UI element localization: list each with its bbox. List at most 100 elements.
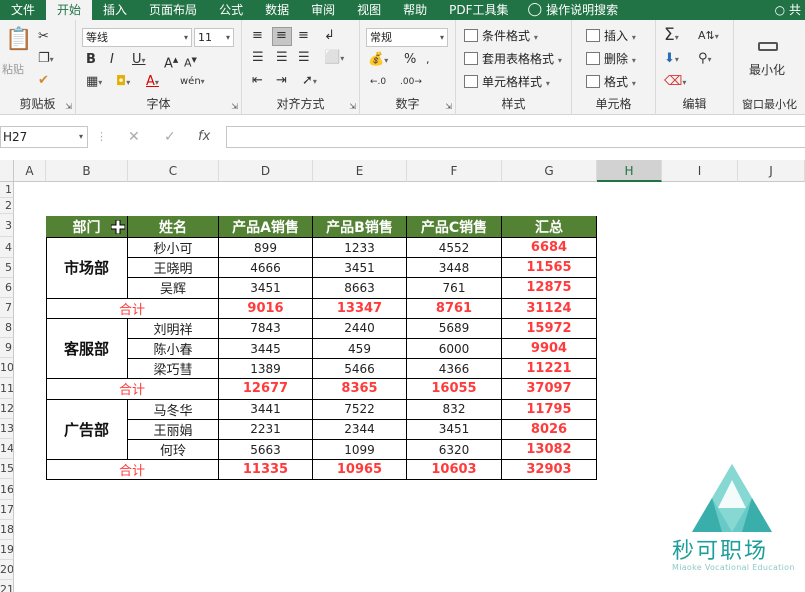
row-header-3[interactable]: 3 bbox=[0, 214, 14, 237]
row-header-1[interactable]: 1 bbox=[0, 182, 14, 198]
merge-center-icon[interactable]: ⬜▾ bbox=[324, 50, 344, 67]
tab-review[interactable]: 审阅 bbox=[300, 0, 346, 20]
underline-button[interactable]: U▾ bbox=[132, 52, 146, 69]
product-b-cell[interactable]: 1233 bbox=[313, 238, 407, 259]
row-header-11[interactable]: 11 bbox=[0, 378, 14, 399]
align-right-icon[interactable]: ☰ bbox=[298, 50, 310, 66]
header-cell[interactable]: 产品C销售 bbox=[407, 216, 502, 238]
clear-icon[interactable]: ⌫▾ bbox=[664, 74, 686, 91]
alignment-launcher-icon[interactable]: ⇲ bbox=[349, 102, 356, 111]
italic-button[interactable]: I bbox=[110, 52, 114, 68]
name-cell[interactable]: 何玲 bbox=[128, 440, 219, 461]
number-format-select[interactable]: 常规 ▾ bbox=[366, 28, 448, 47]
subtotal-a-cell[interactable]: 9016 bbox=[219, 298, 313, 319]
align-bottom-icon[interactable]: ≡ bbox=[298, 28, 309, 44]
subtotal-sum-cell[interactable]: 32903 bbox=[502, 460, 597, 481]
row-header-10[interactable]: 10 bbox=[0, 358, 14, 378]
column-header-i[interactable]: I bbox=[662, 160, 738, 182]
row-header-20[interactable]: 20 bbox=[0, 560, 14, 580]
tab-insert[interactable]: 插入 bbox=[92, 0, 138, 20]
format-cells-button[interactable]: 格式 ▾ bbox=[586, 74, 636, 92]
name-cell[interactable]: 马冬华 bbox=[128, 399, 219, 420]
align-center-icon[interactable]: ☰ bbox=[276, 50, 288, 66]
insert-function-button[interactable]: fx bbox=[198, 126, 210, 148]
subtotal-a-cell[interactable]: 12677 bbox=[219, 379, 313, 400]
paste-button[interactable]: 粘贴 bbox=[2, 62, 24, 78]
delete-cells-button[interactable]: 删除 ▾ bbox=[586, 51, 636, 69]
header-cell[interactable]: 姓名 bbox=[128, 216, 219, 238]
column-header-c[interactable]: C bbox=[128, 160, 219, 182]
borders-icon[interactable]: ▦▾ bbox=[86, 74, 102, 91]
department-cell[interactable]: 市场部 bbox=[46, 238, 128, 299]
shrink-font-icon[interactable]: A▼ bbox=[184, 52, 197, 72]
bold-button[interactable]: B bbox=[86, 52, 96, 68]
product-b-cell[interactable]: 2440 bbox=[313, 318, 407, 339]
align-top-icon[interactable]: ≡ bbox=[252, 28, 263, 44]
comma-style-icon[interactable]: , bbox=[426, 52, 430, 68]
row-total-cell[interactable]: 13082 bbox=[502, 440, 597, 461]
product-c-cell[interactable]: 761 bbox=[407, 278, 502, 299]
subtotal-sum-cell[interactable]: 37097 bbox=[502, 379, 597, 400]
align-left-icon[interactable]: ☰ bbox=[252, 50, 264, 66]
name-cell[interactable]: 王丽娟 bbox=[128, 419, 219, 440]
subtotal-label-cell[interactable]: 合计 bbox=[46, 298, 219, 319]
minimize-icon[interactable] bbox=[758, 42, 778, 51]
product-b-cell[interactable]: 7522 bbox=[313, 399, 407, 420]
row-header-19[interactable]: 19 bbox=[0, 540, 14, 560]
tab-pdf-tools[interactable]: PDF工具集 bbox=[438, 0, 519, 20]
name-cell[interactable]: 王晓明 bbox=[128, 258, 219, 279]
clipboard-launcher-icon[interactable]: ⇲ bbox=[65, 102, 72, 111]
row-header-17[interactable]: 17 bbox=[0, 500, 14, 520]
row-total-cell[interactable]: 11565 bbox=[502, 258, 597, 279]
product-b-cell[interactable]: 459 bbox=[313, 339, 407, 360]
conditional-formatting-button[interactable]: 条件格式 ▾ bbox=[464, 28, 538, 46]
subtotal-sum-cell[interactable]: 31124 bbox=[502, 298, 597, 319]
product-b-cell[interactable]: 3451 bbox=[313, 258, 407, 279]
product-a-cell[interactable]: 5663 bbox=[219, 440, 313, 461]
row-total-cell[interactable]: 15972 bbox=[502, 318, 597, 339]
cell-styles-button[interactable]: 单元格样式 ▾ bbox=[464, 74, 550, 92]
fill-color-icon[interactable]: ◘▾ bbox=[116, 74, 130, 91]
product-a-cell[interactable]: 3445 bbox=[219, 339, 313, 360]
product-b-cell[interactable]: 1099 bbox=[313, 440, 407, 461]
row-total-cell[interactable]: 9904 bbox=[502, 339, 597, 360]
font-name-select[interactable]: 等线 ▾ bbox=[82, 28, 192, 47]
product-c-cell[interactable]: 5689 bbox=[407, 318, 502, 339]
row-header-18[interactable]: 18 bbox=[0, 520, 14, 540]
column-header-e[interactable]: E bbox=[313, 160, 407, 182]
product-c-cell[interactable]: 6320 bbox=[407, 440, 502, 461]
row-total-cell[interactable]: 12875 bbox=[502, 278, 597, 299]
name-cell[interactable]: 梁巧彗 bbox=[128, 359, 219, 380]
subtotal-c-cell[interactable]: 8761 bbox=[407, 298, 502, 319]
row-header-9[interactable]: 9 bbox=[0, 338, 14, 358]
formula-bar-grip-icon[interactable]: ⋮ bbox=[96, 130, 107, 143]
product-b-cell[interactable]: 2344 bbox=[313, 419, 407, 440]
department-cell[interactable]: 广告部 bbox=[46, 399, 128, 461]
product-b-cell[interactable]: 8663 bbox=[313, 278, 407, 299]
format-painter-icon[interactable]: ✔ bbox=[38, 73, 49, 89]
increase-decimal-icon[interactable]: ←.0 bbox=[370, 74, 386, 90]
name-cell[interactable]: 陈小春 bbox=[128, 339, 219, 360]
subtotal-b-cell[interactable]: 10965 bbox=[313, 460, 407, 481]
tab-home[interactable]: 开始 bbox=[46, 0, 93, 20]
header-cell[interactable]: 汇总 bbox=[502, 216, 597, 238]
formula-input[interactable] bbox=[226, 126, 805, 148]
name-box[interactable]: H27 ▾ bbox=[0, 126, 88, 148]
row-header-8[interactable]: 8 bbox=[0, 318, 14, 338]
product-a-cell[interactable]: 7843 bbox=[219, 318, 313, 339]
row-total-cell[interactable]: 6684 bbox=[502, 238, 597, 259]
cut-icon[interactable]: ✂ bbox=[38, 29, 49, 45]
column-header-a[interactable]: A bbox=[14, 160, 46, 182]
copy-icon[interactable]: ❐▾ bbox=[38, 51, 54, 68]
subtotal-label-cell[interactable]: 合计 bbox=[46, 379, 219, 400]
phonetic-icon[interactable]: wén▾ bbox=[180, 74, 205, 90]
orientation-icon[interactable]: ➚▾ bbox=[302, 73, 317, 90]
autosum-icon[interactable]: Σ▾ bbox=[664, 27, 679, 46]
product-a-cell[interactable]: 899 bbox=[219, 238, 313, 259]
column-header-j[interactable]: J bbox=[738, 160, 805, 182]
column-header-g[interactable]: G bbox=[502, 160, 597, 182]
grow-font-icon[interactable]: A▲ bbox=[164, 52, 178, 72]
tell-me-search[interactable]: 操作说明搜索 bbox=[546, 0, 629, 20]
share-button[interactable]: ○ 共 bbox=[775, 0, 801, 20]
column-header-b[interactable]: B bbox=[46, 160, 128, 182]
